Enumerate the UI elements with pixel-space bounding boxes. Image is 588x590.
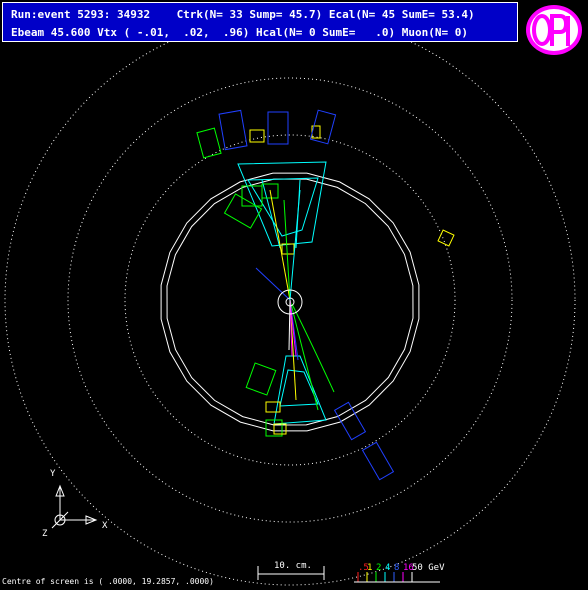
header-line-2: Ebeam 45.600 Vtx ( -.01, .02, .96) Hcal(… <box>11 26 468 39</box>
z-axis-label: Z <box>42 529 48 539</box>
lower-tower-outer <box>273 355 327 425</box>
centre-of-screen-text: Centre of screen is ( .0000, 19.2857, .0… <box>2 577 214 586</box>
cluster <box>223 193 263 229</box>
tower-line <box>261 179 281 249</box>
track <box>291 303 335 393</box>
event-display: Y X Z 10. cm. .51 2 4 8 1650 GeV Centre of s… <box>2 14 576 586</box>
track <box>289 299 319 411</box>
muon-hits <box>218 109 395 481</box>
hit <box>218 109 248 151</box>
opal-logo <box>522 2 586 58</box>
axis-triad <box>51 484 98 529</box>
cell <box>273 423 287 435</box>
hit <box>309 109 337 145</box>
y-axis-label: Y <box>50 469 56 479</box>
event-header: Run:event 5293: 34932 Ctrk(N= 33 Sump= 4… <box>2 2 518 42</box>
scale-label: 10. cm. <box>274 561 312 571</box>
energy-legend-label: 8 <box>394 563 399 573</box>
energy-legend-label: 50 GeV <box>412 563 445 573</box>
ecal-clusters <box>196 127 319 437</box>
opal-logo-graphic <box>526 5 582 55</box>
energy-legend-label: 2 <box>376 563 381 573</box>
header-line-1: Run:event 5293: 34932 Ctrk(N= 33 Sump= 4… <box>11 8 475 21</box>
tracks <box>269 189 335 401</box>
cluster <box>196 127 222 159</box>
energy-legend-label: 4 <box>385 563 390 573</box>
cell <box>437 229 455 247</box>
x-axis-label: X <box>102 521 108 531</box>
cluster <box>245 362 277 396</box>
hit <box>361 441 395 481</box>
cell <box>281 243 295 255</box>
track <box>288 299 291 351</box>
hit <box>267 111 289 145</box>
energy-legend-label: 1 <box>367 563 372 573</box>
track <box>289 189 301 301</box>
hit <box>333 401 367 441</box>
energy-legend: .51 2 4 8 1650 GeV <box>354 563 445 583</box>
cell <box>249 129 265 143</box>
